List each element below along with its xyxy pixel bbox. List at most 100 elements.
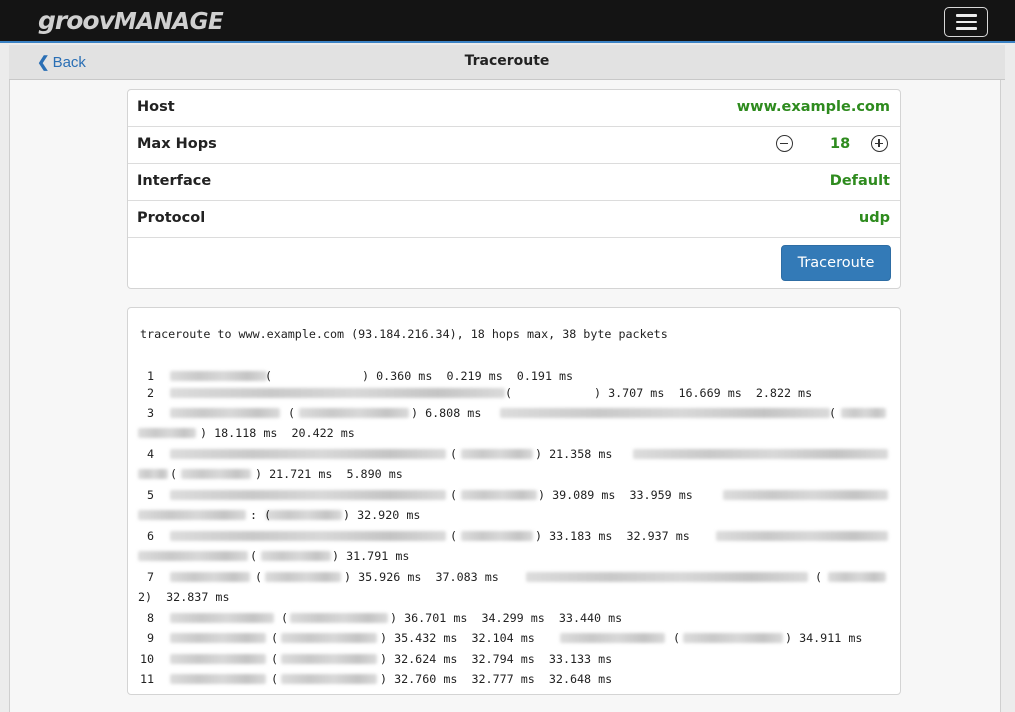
page-title: Traceroute (464, 53, 550, 69)
hop-timing-text: ( (271, 652, 279, 666)
protocol-label: Protocol (137, 210, 206, 226)
hop-number: 11 (140, 672, 155, 686)
hop-number: 3 (147, 406, 155, 420)
hop-timing-text: ) 32.920 ms (343, 508, 421, 522)
hop-timing-text: ) 35.926 ms 37.083 ms (344, 570, 499, 584)
interface-value[interactable]: Default (830, 173, 890, 189)
hop-timing-text: ( (829, 406, 837, 420)
page-header-bar: ❮ Back Traceroute (9, 45, 1005, 80)
max-hops-value: 18 (830, 136, 851, 152)
max-hops-row: Max Hops 18 (128, 127, 900, 164)
hop-timing-text: ) 3.707 ms 16.669 ms 2.822 ms (594, 386, 813, 400)
hop-timing-text: ( (288, 406, 296, 420)
hop-number: 1 (147, 369, 155, 383)
redacted-host (281, 654, 377, 664)
redacted-host (461, 490, 537, 500)
hop-timing-text: ) 21.358 ms (535, 447, 613, 461)
hop-timing-text: ) 0.360 ms 0.219 ms 0.191 ms (362, 369, 574, 383)
redacted-host (170, 449, 446, 459)
hop-timing-text: ( (265, 369, 273, 383)
host-label: Host (137, 99, 175, 115)
redacted-host (828, 572, 886, 582)
redacted-host (261, 551, 331, 561)
host-row[interactable]: Host www.example.com (128, 90, 900, 127)
hop-number: 2 (147, 386, 155, 400)
hop-timing-text: ( (673, 631, 681, 645)
redacted-host (170, 654, 266, 664)
hop-timing-text: ) 32.624 ms 32.794 ms 33.133 ms (380, 652, 613, 666)
host-value[interactable]: www.example.com (737, 99, 890, 115)
hop-timing-text: : ( (250, 508, 272, 522)
redacted-host (170, 490, 446, 500)
redacted-host (170, 388, 505, 398)
redacted-host (170, 371, 267, 381)
redacted-host (170, 531, 446, 541)
hop-timing-text: ( (271, 631, 279, 645)
redacted-host (683, 633, 783, 643)
hop-timing-text: ( (281, 611, 289, 625)
traceroute-output-panel: traceroute to www.example.com (93.184.21… (127, 307, 901, 695)
max-hops-label: Max Hops (137, 136, 217, 152)
redacted-host (723, 490, 888, 500)
hop-timing-text: ) 31.791 ms (332, 549, 410, 563)
hop-number: 8 (147, 611, 155, 625)
redacted-host (138, 469, 168, 479)
redacted-host (138, 510, 246, 520)
hop-timing-text: ( (271, 672, 279, 686)
hop-timing-text: ) 34.911 ms (785, 631, 863, 645)
redacted-host (170, 633, 266, 643)
hop-number: 10 (140, 652, 155, 666)
redacted-host (181, 469, 251, 479)
hop-number: 6 (147, 529, 155, 543)
hop-timing-text: ) 18.118 ms 20.422 ms (200, 426, 355, 440)
redacted-host (170, 408, 280, 418)
hop-timing-text: 2) 32.837 ms (138, 590, 230, 604)
logo-manage-text: MANAGE (113, 9, 224, 35)
hop-number: 7 (147, 570, 155, 584)
hop-timing-text: ) 39.089 ms 33.959 ms (538, 488, 693, 502)
output-header: traceroute to www.example.com (93.184.21… (140, 327, 668, 341)
protocol-row[interactable]: Protocol udp (128, 201, 900, 238)
redacted-host (170, 572, 250, 582)
redacted-host (170, 674, 266, 684)
hop-number: 4 (147, 447, 155, 461)
plus-circle-icon[interactable] (871, 135, 888, 152)
minus-circle-icon[interactable] (776, 135, 793, 152)
hop-timing-text: ) 21.721 ms 5.890 ms (255, 467, 403, 481)
interface-row[interactable]: Interface Default (128, 164, 900, 201)
hop-timing-text: ) 35.432 ms 32.104 ms (380, 631, 535, 645)
hop-timing-text: ( (450, 447, 458, 461)
hop-timing-text: ) 6.808 ms (411, 406, 482, 420)
hop-number: 9 (147, 631, 155, 645)
redacted-host (138, 551, 248, 561)
interface-label: Interface (137, 173, 212, 189)
redacted-host (716, 531, 888, 541)
hop-timing-text: ( (815, 570, 823, 584)
redacted-host (290, 613, 388, 623)
hop-number: 5 (147, 488, 155, 502)
hop-timing-text: ( (250, 549, 258, 563)
redacted-host (281, 674, 377, 684)
hop-timing-text: ) 33.183 ms 32.937 ms (535, 529, 690, 543)
traceroute-button[interactable]: Traceroute (781, 245, 891, 281)
groov-manage-logo: groovMANAGE (38, 6, 224, 35)
traceroute-settings-panel: Host www.example.com Max Hops 18 Interfa… (127, 89, 901, 289)
redacted-host (633, 449, 888, 459)
redacted-host (461, 449, 533, 459)
redacted-host (299, 408, 409, 418)
logo-groov-text: groov (38, 6, 115, 35)
protocol-value[interactable]: udp (859, 210, 890, 226)
redacted-host (170, 613, 274, 623)
redacted-host (266, 510, 342, 520)
redacted-host (841, 408, 886, 418)
hop-timing-text: ( (255, 570, 263, 584)
hamburger-icon[interactable] (944, 7, 988, 37)
redacted-host (560, 633, 665, 643)
redacted-host (281, 633, 377, 643)
redacted-host (526, 572, 808, 582)
redacted-host (461, 531, 533, 541)
redacted-host (138, 428, 196, 438)
hop-timing-text: ) 36.701 ms 34.299 ms 33.440 ms (390, 611, 623, 625)
hop-timing-text: ( (450, 529, 458, 543)
top-navbar: groovMANAGE (0, 0, 1015, 43)
